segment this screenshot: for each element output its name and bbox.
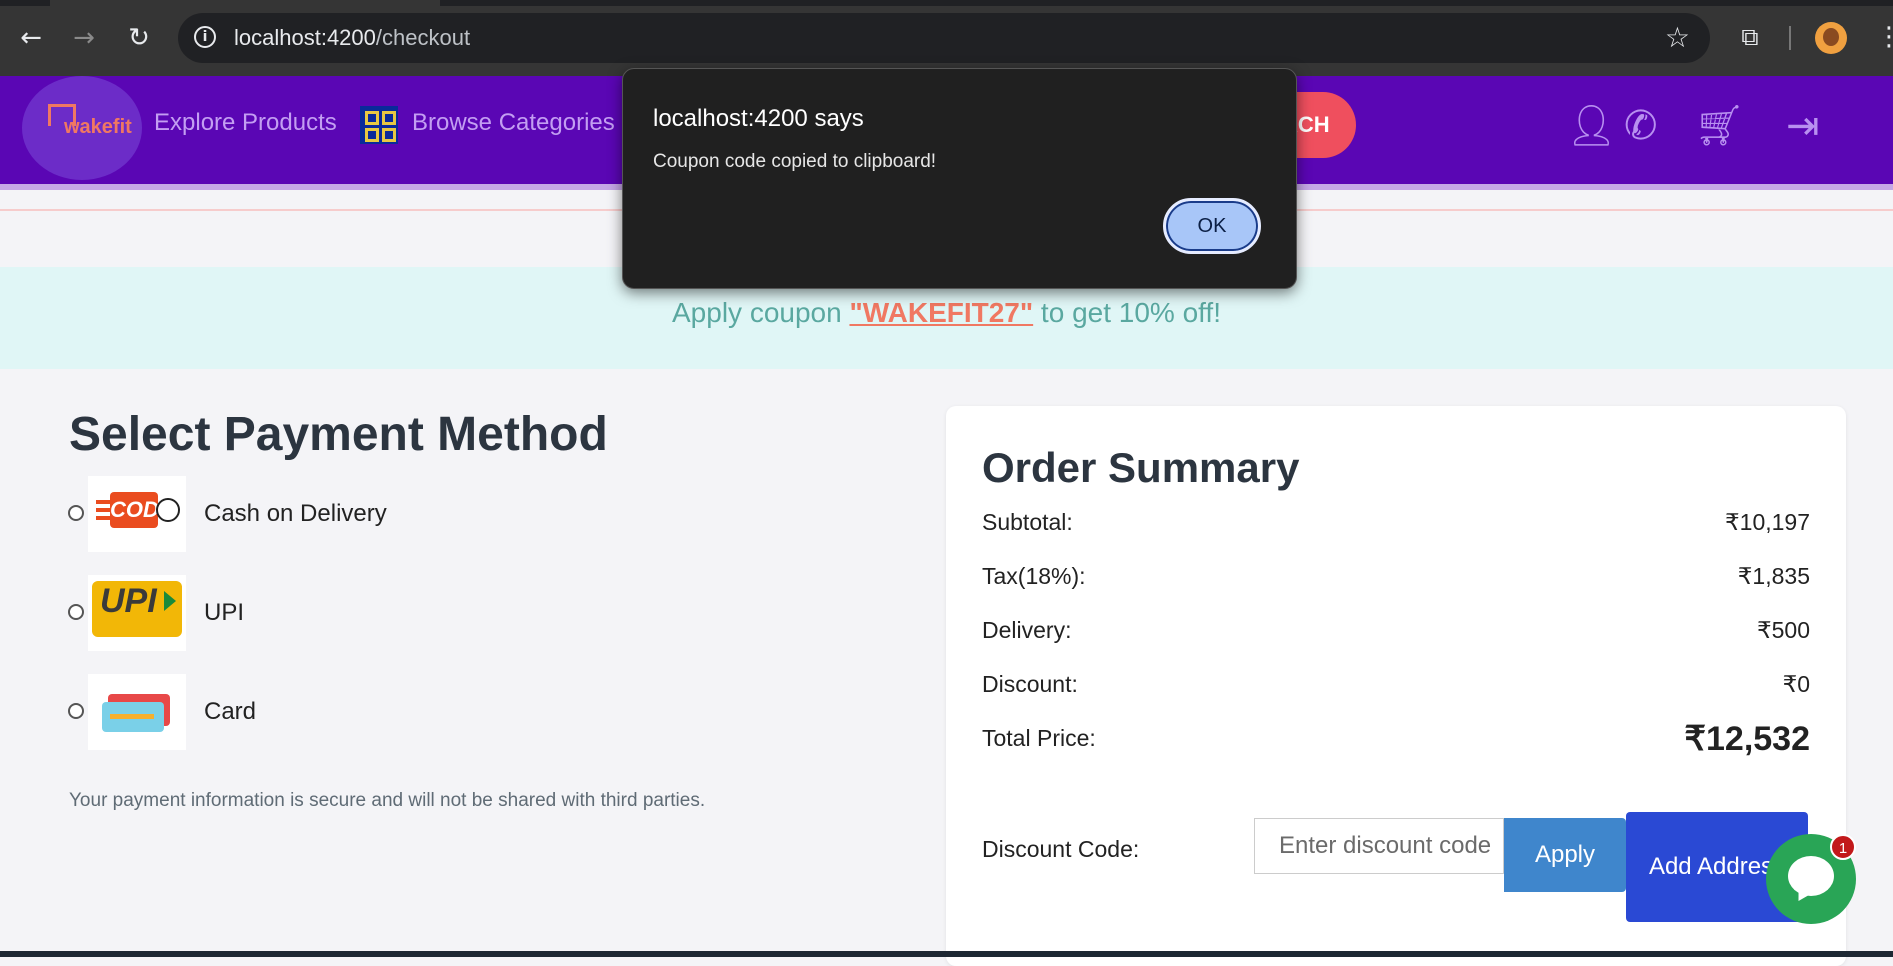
- tax-label: Tax(18%):: [982, 563, 1086, 589]
- extensions-icon[interactable]: ⧉: [1737, 24, 1763, 50]
- secure-note: Your payment information is secure and w…: [69, 790, 706, 811]
- cod-logo-text: COD: [110, 492, 159, 528]
- subtotal-label: Subtotal:: [982, 509, 1073, 535]
- dialog-title: localhost:4200 says: [653, 105, 864, 132]
- payment-option-cod[interactable]: COD Cash on Delivery: [68, 476, 668, 552]
- speed-stripe: [96, 516, 110, 520]
- cod-logo: COD: [88, 476, 186, 552]
- menu-icon[interactable]: ⋮: [1876, 22, 1893, 52]
- chat-widget-button[interactable]: 1: [1766, 834, 1856, 924]
- url-path: /checkout: [375, 25, 471, 50]
- discount-code-label: Discount Code:: [982, 836, 1140, 862]
- discount-code-input[interactable]: [1254, 818, 1504, 874]
- dialog-message: Coupon code copied to clipboard!: [653, 151, 937, 172]
- alert-dialog: localhost:4200 says Coupon code copied t…: [622, 68, 1297, 289]
- upi-label[interactable]: UPI: [204, 599, 244, 627]
- forward-arrow-icon[interactable]: →: [70, 24, 98, 52]
- login-icon[interactable]: ⇥: [1786, 104, 1820, 148]
- wakefit-logo[interactable]: wakefit: [22, 76, 142, 180]
- bookmark-star-icon[interactable]: ☆: [1665, 21, 1690, 54]
- cod-radio[interactable]: [68, 505, 84, 521]
- back-arrow-icon[interactable]: ←: [17, 24, 45, 52]
- discount-label: Discount:: [982, 671, 1078, 697]
- cod-artwork: COD: [96, 490, 180, 528]
- page-bottom-bar: [0, 951, 1893, 957]
- address-bar[interactable]: i localhost:4200/checkout ☆: [178, 13, 1710, 63]
- upi-artwork: UPI: [92, 581, 182, 637]
- payment-title: Select Payment Method: [69, 408, 608, 461]
- coupon-suffix: to get 10% off!: [1033, 297, 1221, 328]
- tax-value: ₹1,835: [1737, 563, 1810, 589]
- total-value: ₹12,532: [1684, 720, 1810, 758]
- card-front: [102, 702, 164, 732]
- card-logo: [88, 674, 186, 750]
- cart-icon[interactable]: 🛒︎: [1694, 104, 1745, 148]
- discount-value: ₹0: [1782, 671, 1810, 697]
- card-label[interactable]: Card: [204, 698, 256, 726]
- explore-products-link[interactable]: Explore Products: [154, 109, 337, 137]
- chat-notification-badge: 1: [1830, 834, 1856, 860]
- delivery-label: Delivery:: [982, 617, 1072, 643]
- speed-stripe: [96, 500, 110, 504]
- logo-text: wakefit: [64, 116, 132, 138]
- ok-button[interactable]: OK: [1163, 198, 1261, 254]
- coupon-text: Apply coupon "WAKEFIT27" to get 10% off!: [0, 297, 1893, 329]
- toolbar-divider: [1789, 26, 1791, 50]
- url-host: localhost:4200: [234, 25, 376, 50]
- apply-button[interactable]: Apply: [1504, 818, 1626, 892]
- card-stripe: [110, 714, 154, 719]
- speed-stripe: [96, 508, 110, 512]
- active-tab[interactable]: [50, 0, 440, 6]
- delivery-value: ₹500: [1756, 617, 1810, 643]
- upi-triangle: [164, 591, 176, 611]
- browser-toolbar: ← → ↻ i localhost:4200/checkout ☆ ⧉ ⋮: [0, 0, 1893, 76]
- total-label: Total Price:: [982, 725, 1096, 751]
- site-info-icon[interactable]: i: [194, 26, 216, 48]
- url-text[interactable]: localhost:4200/checkout: [234, 25, 470, 51]
- order-summary-card: Order Summary Subtotal: ₹10,197 Tax(18%)…: [946, 406, 1846, 966]
- phone-icon[interactable]: ✆: [1624, 104, 1658, 148]
- browse-categories-link[interactable]: Browse Categories: [412, 109, 615, 137]
- payment-option-upi[interactable]: UPI UPI: [68, 575, 668, 651]
- reload-icon[interactable]: ↻: [125, 24, 153, 52]
- order-summary-title: Order Summary: [982, 444, 1300, 491]
- upi-logo-text: UPI: [100, 582, 157, 620]
- profile-avatar[interactable]: [1815, 22, 1847, 54]
- cod-label[interactable]: Cash on Delivery: [204, 500, 387, 528]
- upi-radio[interactable]: [68, 604, 84, 620]
- tab-strip: [0, 0, 1893, 6]
- subtotal-value: ₹10,197: [1725, 509, 1810, 535]
- upi-logo: UPI: [88, 575, 186, 651]
- payment-option-card[interactable]: Card: [68, 674, 668, 750]
- user-icon[interactable]: 👤︎: [1566, 104, 1617, 148]
- coupon-prefix: Apply coupon: [672, 297, 850, 328]
- cod-badge: [156, 498, 180, 522]
- grid-icon[interactable]: [360, 106, 398, 144]
- card-artwork: [102, 694, 172, 732]
- avatar-face: [1823, 28, 1839, 46]
- card-radio[interactable]: [68, 703, 84, 719]
- coupon-code-link[interactable]: "WAKEFIT27": [849, 297, 1033, 328]
